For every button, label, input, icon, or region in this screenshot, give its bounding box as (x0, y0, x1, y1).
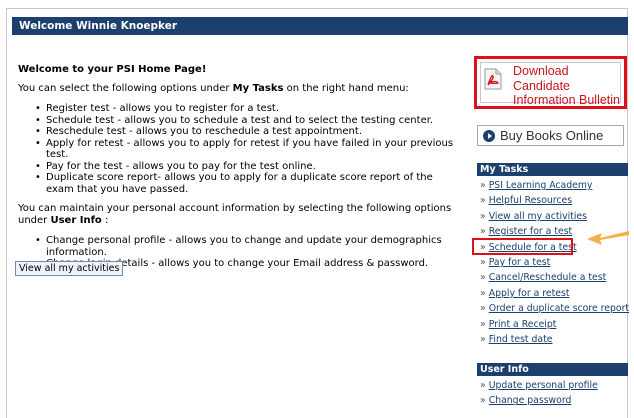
task-link-view-all-activities[interactable]: View all my activities (489, 211, 587, 222)
list-item: Schedule test - allows you to schedule a… (18, 115, 458, 127)
update-profile-link[interactable]: Update personal profile (489, 380, 598, 391)
bulletin-line-1: Download Candidate (513, 64, 570, 93)
bullet-glyph: » (480, 180, 486, 191)
welcome-bar: Welcome Winnie Knoepker (12, 17, 628, 35)
bulletin-text: Download Candidate Information Bulletin (513, 64, 623, 108)
list-item: Duplicate score report- allows you to ap… (18, 172, 458, 195)
bullet-glyph: » (480, 333, 486, 345)
bullet-glyph: » (480, 272, 486, 284)
list-item: Register test - allows you to register f… (18, 103, 458, 115)
task-link-apply-retest[interactable]: Apply for a retest (489, 288, 570, 299)
user-info-item-password: » Change password (477, 393, 628, 408)
intro-text-end: on the right hand menu: (283, 83, 409, 94)
task-description-list: Register test - allows you to register f… (18, 103, 458, 195)
list-item: Apply for retest - allows you to apply f… (18, 138, 458, 161)
arrow-right-circle-icon (483, 130, 495, 142)
download-bulletin-button[interactable]: Download Candidate Information Bulletin (474, 56, 627, 109)
bullet-glyph: » (480, 380, 486, 391)
task-link-cancel-reschedule[interactable]: Cancel/Reschedule a test (489, 272, 607, 283)
schedule-highlight-box (472, 238, 573, 255)
intro-text: You can select the following options und… (18, 83, 458, 95)
task-link-helpful-resources[interactable]: Helpful Resources (489, 195, 572, 206)
task-item-print-receipt: » Print a Receipt (477, 317, 628, 332)
task-link-duplicate-score[interactable]: Order a duplicate score report (489, 303, 629, 314)
task-link-register[interactable]: Register for a test (489, 226, 572, 237)
list-item: Change personal profile - allows you to … (18, 235, 458, 258)
view-all-activities-button[interactable]: View all my activities (15, 261, 124, 276)
bulletin-line-2: Information Bulletin (513, 93, 621, 107)
task-item-find-test-date: » Find test date (477, 332, 628, 347)
task-item-apply-retest: » Apply for a retest (477, 286, 628, 301)
bullet-glyph: » (480, 395, 486, 407)
task-item-helpful-resources: » Helpful Resources (477, 193, 628, 208)
task-item-view-all-activities: » View all my activities (477, 209, 628, 224)
bullet-glyph: » (480, 303, 486, 315)
bullet-glyph: » (480, 318, 486, 330)
task-item-cancel-reschedule: » Cancel/Reschedule a test (477, 270, 628, 285)
bullet-glyph: » (480, 256, 486, 268)
user-info-item-profile: » Update personal profile (477, 378, 628, 393)
bullet-glyph: » (480, 210, 486, 222)
page-title: Welcome to your PSI Home Page! (18, 64, 207, 75)
my-tasks-header: My Tasks (477, 163, 628, 176)
pdf-icon (484, 68, 502, 90)
buy-books-label: Buy Books Online (500, 128, 604, 143)
task-item-duplicate-score: » Order a duplicate score report (477, 301, 629, 316)
list-item: Reschedule test - allows you to reschedu… (18, 126, 458, 138)
intro-text-bold: My Tasks (232, 83, 284, 94)
welcome-text: Welcome Winnie Knoepker (19, 20, 178, 32)
task-item-psi-learning-academy: » PSI Learning Academy (477, 178, 628, 193)
bullet-glyph: » (480, 195, 486, 207)
task-link-find-test-date[interactable]: Find test date (489, 334, 553, 345)
main-content: Welcome to your PSI Home Page! You can s… (18, 64, 458, 278)
list-item: Pay for the test - allows you to pay for… (18, 161, 458, 173)
pointer-arrow-icon (587, 231, 629, 245)
intro-text-start: You can select the following options und… (18, 83, 233, 94)
task-link-print-receipt[interactable]: Print a Receipt (489, 319, 557, 330)
my-tasks-list: » PSI Learning Academy » Helpful Resources… (477, 178, 629, 347)
task-item-pay: » Pay for a test (477, 255, 628, 270)
account-text-bold: User Info (50, 215, 102, 226)
account-text-end: : (101, 215, 109, 226)
bullet-glyph: » (480, 287, 486, 299)
bullet-glyph: » (480, 226, 486, 238)
buy-books-button[interactable]: Buy Books Online (477, 125, 624, 146)
user-info-header: User Info (477, 363, 628, 376)
task-link-psi-learning-academy[interactable]: PSI Learning Academy (489, 180, 593, 191)
account-info-text: You can maintain your personal account i… (18, 203, 458, 227)
change-password-link[interactable]: Change password (489, 395, 572, 406)
task-link-pay[interactable]: Pay for a test (489, 257, 551, 268)
user-info-list: » Update personal profile » Change passwor… (477, 378, 628, 409)
